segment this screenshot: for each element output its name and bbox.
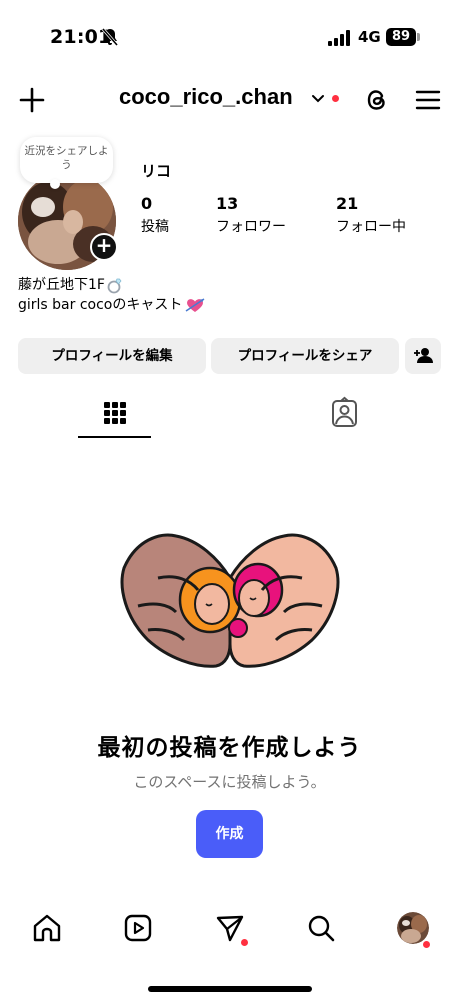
stat-label: 投稿 [141, 219, 169, 235]
grid-icon [104, 402, 126, 424]
menu-icon[interactable] [415, 87, 441, 113]
stat-following[interactable]: 21 フォロー中 [336, 194, 406, 236]
stat-value: 0 [141, 194, 153, 213]
display-name: リコ [141, 162, 172, 180]
account-notification-dot [332, 95, 339, 102]
status-bar: 21:01 4G 89 [0, 0, 459, 72]
add-person-icon [414, 348, 433, 363]
battery-tip [417, 33, 420, 41]
edit-profile-button[interactable]: プロフィールを編集 [18, 338, 206, 374]
bottom-nav [0, 912, 459, 956]
add-story-button[interactable]: + [90, 233, 118, 261]
battery-level: 89 [386, 28, 416, 46]
create-post-button[interactable]: 作成 [196, 810, 263, 858]
plus-icon[interactable] [18, 86, 46, 114]
active-tab-indicator [78, 436, 151, 438]
profile-avatar[interactable] [397, 912, 429, 944]
chevron-down-icon[interactable] [311, 94, 325, 104]
bio: 藤が丘地下1F girls bar cocoのキャスト [18, 275, 205, 315]
bio-line: girls bar cocoのキャスト [18, 295, 205, 315]
search-icon[interactable] [305, 912, 337, 944]
bio-text: 藤が丘地下1F [18, 277, 105, 293]
ring-icon [107, 278, 122, 294]
hands-heart-illustration [120, 533, 340, 668]
bio-line: 藤が丘地下1F [18, 275, 205, 295]
tab-tagged[interactable] [308, 393, 381, 439]
home-indicator [148, 986, 312, 992]
profile-header: coco_rico_.chan [0, 80, 459, 124]
heart-arrow-icon [185, 298, 205, 312]
username-switcher[interactable]: coco_rico_.chan [119, 84, 293, 110]
profile-actions: プロフィールを編集 プロフィールをシェア [18, 338, 441, 374]
stat-label: フォロー中 [336, 219, 406, 235]
home-icon[interactable] [31, 912, 63, 944]
stat-value: 21 [336, 194, 359, 213]
content-tabs [0, 393, 459, 439]
messages-notification-dot [241, 939, 248, 946]
empty-state-title: 最初の投稿を作成しよう [97, 735, 362, 761]
bio-text: girls bar cocoのキャスト [18, 297, 183, 313]
note-bubble[interactable]: 近況をシェアしよう [20, 137, 113, 189]
stat-value: 13 [216, 194, 239, 213]
tab-posts-grid[interactable] [78, 393, 151, 439]
signal-icon [328, 30, 350, 46]
reels-icon[interactable] [122, 912, 154, 944]
network-label: 4G [358, 28, 381, 46]
discover-people-button[interactable] [405, 338, 441, 374]
tagged-icon [332, 396, 357, 427]
bell-muted-icon [101, 28, 119, 46]
threads-icon[interactable] [363, 86, 391, 114]
profile-notification-dot [423, 941, 430, 948]
stat-label: フォロワー [216, 219, 286, 235]
empty-state-subtitle: このスペースに投稿しよう。 [133, 773, 326, 791]
share-profile-button[interactable]: プロフィールをシェア [211, 338, 399, 374]
stat-followers[interactable]: 13 フォロワー [216, 194, 286, 236]
stat-posts[interactable]: 0 投稿 [141, 194, 169, 236]
